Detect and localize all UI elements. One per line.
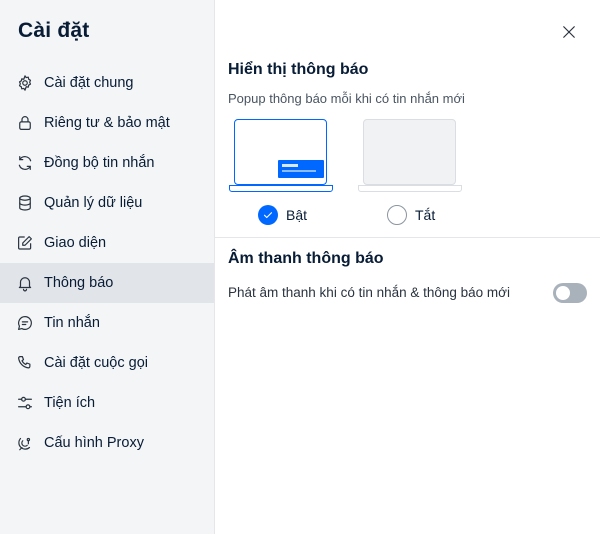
option-on-label: Bật xyxy=(286,207,308,223)
sidebar-item-utilities[interactable]: Tiện ích xyxy=(0,383,214,423)
sidebar-item-notifications[interactable]: Thông báo xyxy=(0,263,214,303)
popup-on-preview[interactable] xyxy=(229,119,333,195)
sidebar-item-data[interactable]: Quản lý dữ liệu xyxy=(0,183,214,223)
sidebar-item-label: Tin nhắn xyxy=(44,315,100,331)
option-off[interactable]: Tắt xyxy=(387,205,435,225)
sidebar-item-label: Cài đặt chung xyxy=(44,75,134,91)
popup-off-preview[interactable] xyxy=(358,119,462,195)
sidebar-item-sync[interactable]: Đồng bộ tin nhắn xyxy=(0,143,214,183)
lock-icon xyxy=(16,114,34,132)
sound-notification-title: Âm thanh thông báo xyxy=(228,250,384,267)
sidebar-item-label: Cấu hình Proxy xyxy=(44,435,144,451)
sidebar-item-label: Đồng bộ tin nhắn xyxy=(44,155,155,171)
phone-icon xyxy=(16,354,34,372)
sliders-icon xyxy=(16,394,34,412)
edit-icon xyxy=(16,234,34,252)
laptop-screen-off xyxy=(363,119,456,185)
sidebar-item-general[interactable]: Cài đặt chung xyxy=(0,63,214,103)
popup-preview-line xyxy=(282,170,316,172)
section-divider xyxy=(215,237,600,238)
sidebar-item-label: Thông báo xyxy=(44,275,114,291)
settings-sidebar: Cài đặt Cài đặt chung Riêng tư & bảo mật… xyxy=(0,0,215,534)
toggle-knob xyxy=(556,286,570,300)
sound-toggle[interactable] xyxy=(553,283,587,303)
laptop-base-off xyxy=(358,185,462,192)
bell-icon xyxy=(16,274,34,292)
chat-icon xyxy=(16,314,34,332)
proxy-icon xyxy=(16,434,34,452)
database-icon xyxy=(16,194,34,212)
laptop-screen-on xyxy=(234,119,327,185)
option-off-label: Tắt xyxy=(415,207,436,223)
sidebar-item-messages[interactable]: Tin nhắn xyxy=(0,303,214,343)
sidebar-item-appearance[interactable]: Giao diện xyxy=(0,223,214,263)
sidebar-item-privacy[interactable]: Riêng tư & bảo mật xyxy=(0,103,214,143)
sidebar-item-label: Riêng tư & bảo mật xyxy=(44,115,170,131)
sidebar-title: Cài đặt xyxy=(18,19,90,42)
option-on[interactable]: Bật xyxy=(258,205,307,225)
settings-content: Hiển thị thông báo Popup thông báo mỗi k… xyxy=(215,0,600,534)
laptop-base-on xyxy=(229,185,333,192)
sidebar-item-label: Quản lý dữ liệu xyxy=(44,195,143,211)
display-notification-title: Hiển thị thông báo xyxy=(228,61,369,78)
sound-toggle-label: Phát âm thanh khi có tin nhắn & thông bá… xyxy=(228,285,511,300)
sidebar-item-proxy[interactable]: Cấu hình Proxy xyxy=(0,423,214,463)
sidebar-item-calls[interactable]: Cài đặt cuộc gọi xyxy=(0,343,214,383)
close-icon xyxy=(563,26,575,38)
sidebar-item-label: Tiện ích xyxy=(44,395,96,411)
popup-preview-card xyxy=(278,160,324,178)
gear-icon xyxy=(16,74,34,92)
radio-unchecked-icon[interactable] xyxy=(387,205,407,225)
radio-checked-icon[interactable] xyxy=(258,205,278,225)
close-button[interactable] xyxy=(557,20,581,44)
sync-icon xyxy=(16,154,34,172)
settings-window: Cài đặt Cài đặt chung Riêng tư & bảo mật… xyxy=(0,0,600,534)
sidebar-item-label: Giao diện xyxy=(44,235,107,251)
popup-preview-line xyxy=(282,164,298,167)
sidebar-item-label: Cài đặt cuộc gọi xyxy=(44,355,148,371)
display-notification-description: Popup thông báo mỗi khi có tin nhắn mới xyxy=(228,91,465,106)
settings-nav: Cài đặt chung Riêng tư & bảo mật Đồng bộ… xyxy=(0,63,214,463)
